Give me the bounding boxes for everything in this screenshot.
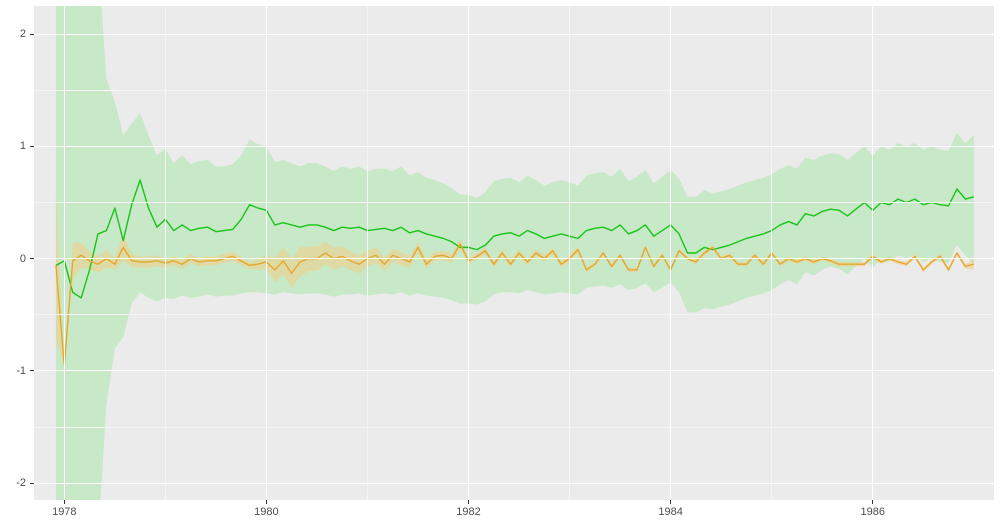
gridline-major-v: [468, 6, 469, 500]
gridline-minor-h: [34, 202, 994, 203]
y-tick-label: -2: [10, 477, 26, 489]
y-tick-label: 2: [10, 28, 26, 40]
y-tick-mark: [30, 146, 34, 147]
gridline-minor-h: [34, 90, 994, 91]
gridline-major-h: [34, 483, 994, 484]
x-tick-label: 1978: [52, 506, 76, 518]
y-tick-label: 0: [10, 253, 26, 265]
x-tick-mark: [670, 500, 671, 504]
x-tick-mark: [266, 500, 267, 504]
gridline-major-v: [872, 6, 873, 500]
gridline-major-h: [34, 34, 994, 35]
chart-container: 1978 1980 1982 1984 1986 -2 -1 0 1 2: [0, 0, 1000, 526]
y-tick-mark: [30, 258, 34, 259]
gridline-major-v: [266, 6, 267, 500]
y-tick-mark: [30, 34, 34, 35]
x-tick-mark: [872, 500, 873, 504]
gridline-major-h: [34, 370, 994, 371]
x-tick-label: 1986: [860, 506, 884, 518]
y-tick-mark: [30, 370, 34, 371]
gridline-major-v: [670, 6, 671, 500]
gridline-major-v: [64, 6, 65, 500]
x-tick-label: 1984: [658, 506, 682, 518]
gridline-major-h: [34, 146, 994, 147]
gridline-minor-h: [34, 314, 994, 315]
y-tick-label: -1: [10, 365, 26, 377]
data-layer: [0, 0, 1000, 526]
gridline-major-h: [34, 258, 994, 259]
y-tick-label: 1: [10, 140, 26, 152]
x-tick-label: 1980: [254, 506, 278, 518]
gridline-minor-h: [34, 427, 994, 428]
y-tick-mark: [30, 483, 34, 484]
x-tick-label: 1982: [456, 506, 480, 518]
x-tick-mark: [468, 500, 469, 504]
x-tick-mark: [64, 500, 65, 504]
